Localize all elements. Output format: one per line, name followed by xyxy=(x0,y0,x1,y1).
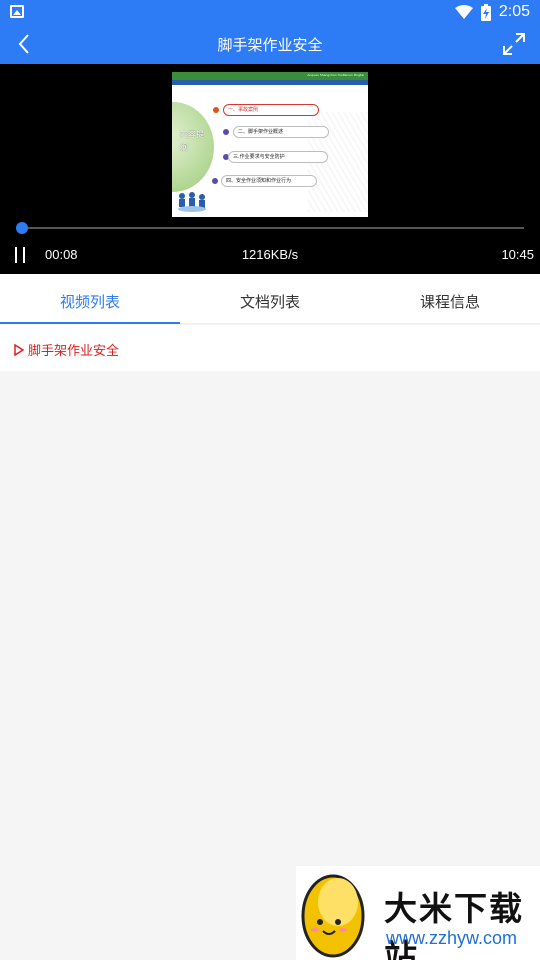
list-item[interactable]: 脚手架作业安全 xyxy=(14,340,119,359)
expand-icon xyxy=(503,33,525,55)
progress-knob[interactable] xyxy=(16,222,28,234)
slide-item-dot xyxy=(212,178,218,184)
slide-item-dot xyxy=(213,107,219,113)
slide-item: 二、脚手架作业概述 xyxy=(233,126,329,138)
tab-bar: 视频列表 文档列表 课程信息 xyxy=(0,274,540,324)
slide-circle-title: 内容提纲 xyxy=(180,130,204,152)
app-bar: 脚手架作业安全 xyxy=(0,24,540,64)
list-item-label: 脚手架作业安全 xyxy=(28,344,120,359)
slide-item: 四、安全作业须知和作业行为 xyxy=(221,175,317,187)
slide-item: 一、事故案例 xyxy=(223,104,319,116)
wifi-icon xyxy=(454,5,473,19)
status-time: 2:05 xyxy=(498,3,530,20)
tab-course-info[interactable]: 课程信息 xyxy=(360,274,540,323)
video-frame: Anquan Shengchan YunPeixun Pingtai 内容提纲 … xyxy=(172,72,368,217)
watermark-url: www.zzhyw.com xyxy=(386,928,518,948)
people-icon xyxy=(178,192,206,212)
page-title: 脚手架作业安全 xyxy=(217,36,323,54)
status-icons: 2:05 xyxy=(454,2,530,22)
download-speed: 1216KB/s xyxy=(241,247,299,262)
slide-banner-text: Anquan Shengchan YunPeixun Pingtai xyxy=(307,73,364,77)
status-bar: 2:05 xyxy=(0,0,540,24)
watermark: 大米下载站 www.zzhyw.com xyxy=(296,866,540,960)
tab-document-list[interactable]: 文档列表 xyxy=(180,274,360,323)
rice-mascot-logo xyxy=(301,874,365,958)
video-player[interactable]: Anquan Shengchan YunPeixun Pingtai 内容提纲 … xyxy=(0,64,540,274)
slide-item: 三.作业要求与安全防护 xyxy=(228,151,328,163)
tab-video-list[interactable]: 视频列表 xyxy=(0,274,180,324)
slide-bluebar xyxy=(172,80,368,85)
fullscreen-button[interactable] xyxy=(498,28,530,60)
total-duration: 10:45 xyxy=(501,247,534,262)
progress-track[interactable] xyxy=(22,227,524,229)
slide-item-dot xyxy=(223,129,229,135)
play-icon xyxy=(14,343,24,356)
video-list: 脚手架作业安全 xyxy=(0,325,540,371)
gallery-icon xyxy=(10,5,24,18)
battery-charging-icon xyxy=(480,3,491,21)
